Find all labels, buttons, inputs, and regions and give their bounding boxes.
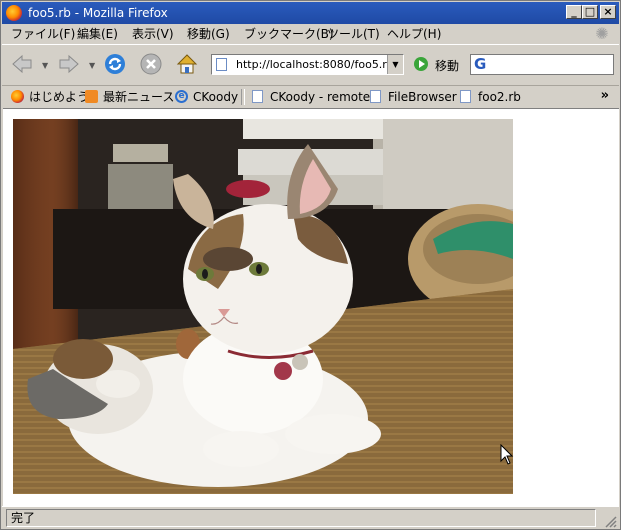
navigation-toolbar: ▼ ▼ http://localhost:8080/foo5.rb ▼ 移動 G	[2, 44, 619, 85]
bookmark-label: CKoody	[193, 90, 239, 104]
page-icon	[252, 90, 263, 103]
menu-file[interactable]: ファイル(F)	[11, 26, 75, 42]
cat-photo-drawing	[13, 119, 513, 494]
maximize-button[interactable]: □	[582, 5, 598, 19]
go-button[interactable]: 移動	[435, 57, 459, 74]
menu-help[interactable]: ヘルプ(H)	[387, 26, 441, 42]
mouse-cursor-icon	[500, 444, 514, 465]
window-title: foo5.rb - Mozilla Firefox	[28, 6, 168, 20]
bookmarks-overflow-button[interactable]: »	[601, 88, 609, 103]
bookmark-label: CKoody - remote	[270, 90, 371, 104]
forward-arrow-icon[interactable]	[57, 52, 81, 76]
go-icon[interactable]	[414, 57, 428, 71]
page-icon	[216, 58, 227, 71]
bookmark-label: foo2.rb	[478, 90, 521, 104]
cat-photo	[13, 119, 513, 494]
search-box[interactable]: G	[470, 54, 614, 75]
menu-bar: ファイル(F) 編集(E) 表示(V) 移動(G) ブックマーク(B) ツール(…	[2, 24, 619, 44]
status-pane: 完了	[6, 509, 596, 527]
status-bar: 完了	[2, 506, 619, 530]
resize-grip-icon[interactable]	[603, 514, 617, 528]
back-arrow-icon[interactable]	[10, 52, 34, 76]
back-dropdown-icon[interactable]: ▼	[42, 61, 50, 70]
browser-window: foo5.rb - Mozilla Firefox _ □ × ファイル(F) …	[0, 0, 621, 530]
stop-icon[interactable]	[139, 52, 163, 76]
page-icon	[370, 90, 381, 103]
bookmarks-toolbar: はじめよう 最新ニュース e CKoody CKoody - remote Fi…	[2, 85, 619, 108]
menu-edit[interactable]: 編集(E)	[77, 26, 118, 42]
reload-icon[interactable]	[103, 52, 127, 76]
page-icon	[460, 90, 471, 103]
ie-icon: e	[175, 90, 188, 103]
bookmark-label: FileBrowser	[388, 90, 457, 104]
google-icon[interactable]: G	[474, 56, 486, 73]
url-input[interactable]: http://localhost:8080/foo5.rb	[236, 58, 394, 72]
firefox-icon	[6, 5, 22, 21]
url-dropdown-icon[interactable]: ▼	[387, 55, 403, 74]
address-bar[interactable]: http://localhost:8080/foo5.rb ▼	[211, 54, 404, 75]
menu-go[interactable]: 移動(G)	[187, 26, 230, 42]
rss-icon	[85, 90, 98, 103]
title-bar[interactable]: foo5.rb - Mozilla Firefox _ □ ×	[2, 2, 619, 24]
forward-dropdown-icon[interactable]: ▼	[89, 61, 97, 70]
close-button[interactable]: ×	[600, 5, 616, 19]
status-text: 完了	[11, 511, 36, 525]
bookmark-label: 最新ニュース	[103, 90, 175, 104]
bookmarks-separator	[241, 89, 245, 105]
minimize-button[interactable]: _	[566, 5, 582, 19]
bookmark-label: はじめよう	[29, 90, 90, 104]
menu-bookmarks[interactable]: ブックマーク(B)	[244, 26, 334, 42]
home-icon[interactable]	[175, 52, 199, 76]
throbber-icon: ✺	[595, 24, 609, 43]
menu-view[interactable]: 表示(V)	[132, 26, 174, 42]
page-content	[3, 108, 619, 507]
menu-tools[interactable]: ツール(T)	[327, 26, 380, 42]
firefox-icon	[11, 90, 24, 103]
